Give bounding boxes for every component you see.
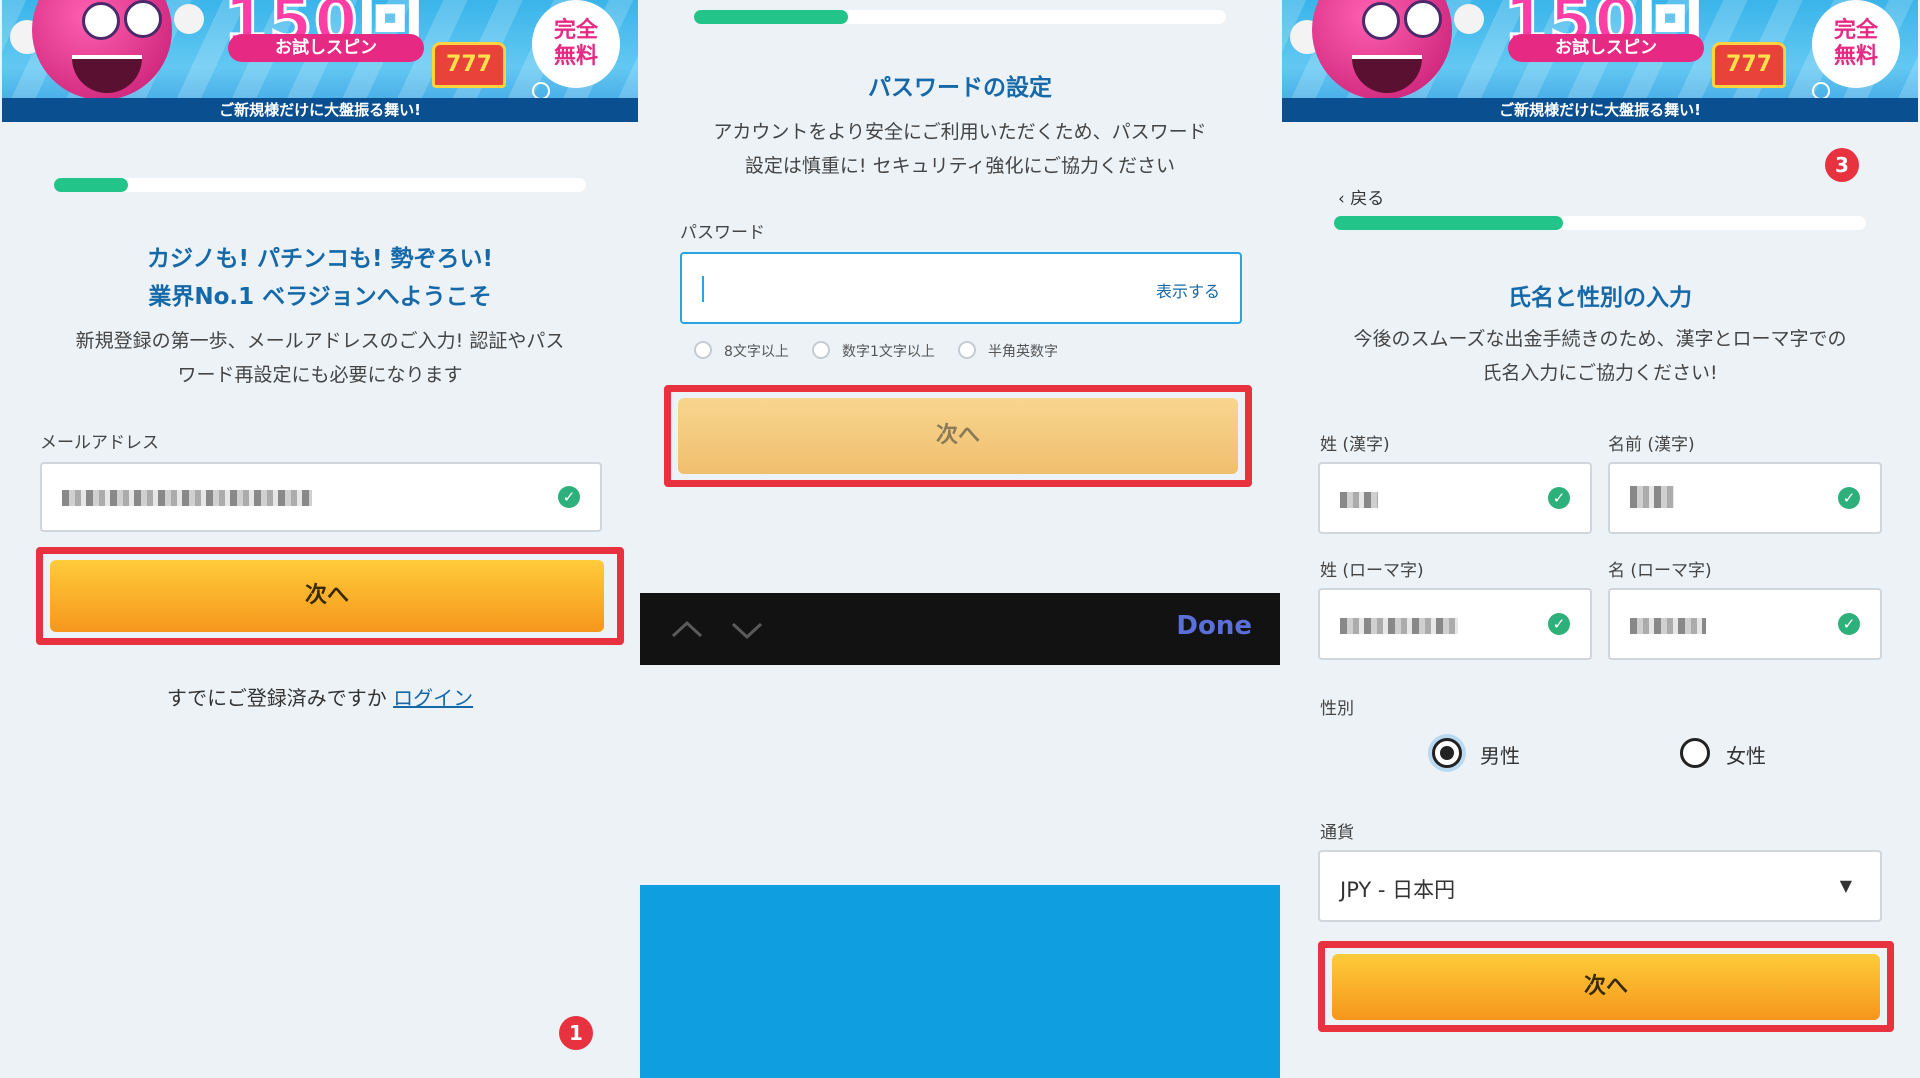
progress-track xyxy=(1334,216,1866,230)
mascot-eye xyxy=(82,2,120,40)
free-badge: 完全 無料 xyxy=(1812,0,1900,88)
step-badge: 3 xyxy=(1825,148,1859,182)
name-description-line2: 氏名入力にご協力ください! xyxy=(1482,362,1718,384)
promo-banner[interactable]: 150回 お試しスピン 777 完全 無料 ご新規様だけに大盤振る舞い! xyxy=(1282,0,1918,122)
rule-alnum-text: 半角英数字 xyxy=(988,344,1058,360)
progress-fill xyxy=(694,10,849,24)
name-title: 氏名と性別の入力 xyxy=(1508,285,1692,311)
banner-pill: お試しスピン xyxy=(228,34,424,62)
check-icon: ✓ xyxy=(1838,613,1860,635)
mascot-eye xyxy=(124,0,162,38)
next-button[interactable]: 次へ xyxy=(1332,954,1880,1020)
free-badge-line2: 無料 xyxy=(1833,44,1878,69)
text-cursor xyxy=(702,276,704,302)
password-field[interactable]: 表示する xyxy=(680,252,1242,324)
rule-alnum-indicator xyxy=(958,341,976,359)
check-icon: ✓ xyxy=(1548,613,1570,635)
currency-value: JPY - 日本円 xyxy=(1340,878,1456,902)
show-password-button[interactable]: 表示する xyxy=(1156,278,1220,302)
progress-fill xyxy=(1334,216,1563,230)
chevron-up-icon[interactable] xyxy=(670,617,704,641)
welcome-title-line1: カジノも! パチンコも! 勢ぞろい! xyxy=(146,246,494,272)
free-badge-line1: 完全 xyxy=(553,18,598,43)
check-icon: ✓ xyxy=(1548,487,1570,509)
value-blurred xyxy=(1340,492,1378,508)
first-name-roman-label: 名 (ローマ字) xyxy=(1608,561,1712,581)
login-link[interactable]: ログイン xyxy=(393,686,473,710)
step1-panel: 150回 お試しスピン 777 完全 無料 ご新規様だけに大盤振る舞い! カジノ… xyxy=(0,0,640,1078)
step3-panel: 150回 お試しスピン 777 完全 無料 ご新規様だけに大盤振る舞い! 3 ‹… xyxy=(1280,0,1920,1078)
password-description: アカウントをより安全にご利用いただくため、パスワード 設定は慎重に! セキュリテ… xyxy=(640,115,1280,183)
last-name-roman-label: 姓 (ローマ字) xyxy=(1320,561,1424,581)
mascot-hand xyxy=(174,4,204,34)
welcome-description: 新規登録の第一歩、メールアドレスのご入力! 認証やパス ワード再設定にも必要にな… xyxy=(0,324,640,392)
slot-icon: 777 xyxy=(432,42,506,88)
last-name-roman-field[interactable]: ✓ xyxy=(1318,588,1592,660)
welcome-title-line2: 業界No.1 ベラジョンへようこそ xyxy=(148,284,492,310)
email-field[interactable]: ✓ xyxy=(40,462,602,532)
name-description-line1: 今後のスムーズな出金手続きのため、漢字とローマ字での xyxy=(1353,328,1847,350)
chevron-down-icon[interactable] xyxy=(730,619,764,643)
gender-male-radio[interactable] xyxy=(1432,738,1462,768)
first-name-roman-field[interactable]: ✓ xyxy=(1608,588,1882,660)
promo-banner[interactable]: 150回 お試しスピン 777 完全 無料 ご新規様だけに大盤振る舞い! xyxy=(2,0,638,122)
progress-track xyxy=(54,178,586,192)
progress-track xyxy=(694,10,1226,24)
value-blurred xyxy=(1340,618,1458,634)
chevron-left-icon: ‹ xyxy=(1338,189,1345,209)
back-link[interactable]: ‹ 戻る xyxy=(1338,184,1384,209)
slot-icon: 777 xyxy=(1712,42,1786,88)
mascot-hand xyxy=(1454,4,1484,34)
next-button[interactable]: 次へ xyxy=(50,560,604,632)
gender-label: 性別 xyxy=(1320,699,1354,719)
welcome-description-line1: 新規登録の第一歩、メールアドレスのご入力! 認証やパス xyxy=(75,330,565,352)
keyboard-area xyxy=(640,885,1280,1078)
last-name-kanji-label: 姓 (漢字) xyxy=(1320,435,1390,455)
mascot-eye xyxy=(1404,0,1442,38)
step2-panel: パスワードの設定 アカウントをより安全にご利用いただくため、パスワード 設定は慎… xyxy=(640,0,1280,1078)
value-blurred xyxy=(1630,486,1674,508)
free-badge-line1: 完全 xyxy=(1833,18,1878,43)
password-description-line2: 設定は慎重に! セキュリティ強化にご協力ください xyxy=(744,155,1176,177)
next-button[interactable]: 次へ xyxy=(678,398,1238,474)
currency-select[interactable]: JPY - 日本円 ▼ xyxy=(1318,850,1882,922)
rule-length-indicator xyxy=(694,341,712,359)
first-name-kanji-label: 名前 (漢字) xyxy=(1608,435,1695,455)
email-value-blurred xyxy=(62,490,312,506)
currency-label: 通貨 xyxy=(1320,823,1354,843)
back-label: 戻る xyxy=(1350,189,1385,209)
gender-male-label[interactable]: 男性 xyxy=(1480,740,1520,769)
value-blurred xyxy=(1630,618,1706,634)
password-description-line1: アカウントをより安全にご利用いただくため、パスワード xyxy=(713,121,1207,143)
dropdown-arrow-icon: ▼ xyxy=(1839,876,1852,895)
first-name-kanji-field[interactable]: ✓ xyxy=(1608,462,1882,534)
rule-length-text: 8文字以上 xyxy=(724,344,789,360)
step-badge: 1 xyxy=(559,1016,593,1050)
welcome-description-line2: ワード再設定にも必要になります xyxy=(177,364,463,386)
banner-strip: ご新規様だけに大盤振る舞い! xyxy=(2,98,638,122)
banner-strip: ご新規様だけに大盤振る舞い! xyxy=(1282,98,1918,122)
already-registered-text: すでにご登録済みですか xyxy=(166,686,387,710)
keyboard-accessory-bar: Done xyxy=(640,593,1280,665)
free-badge: 完全 無料 xyxy=(532,0,620,88)
login-prompt: すでにご登録済みですか ログイン xyxy=(0,682,640,711)
rule-number-indicator xyxy=(812,341,830,359)
rule-number-text: 数字1文字以上 xyxy=(842,344,935,360)
name-description: 今後のスムーズな出金手続きのため、漢字とローマ字での 氏名入力にご協力ください! xyxy=(1280,322,1920,390)
gender-female-radio[interactable] xyxy=(1680,738,1710,768)
done-button[interactable]: Done xyxy=(1176,611,1252,641)
welcome-title: カジノも! パチンコも! 勢ぞろい! 業界No.1 ベラジョンへようこそ xyxy=(0,240,640,316)
check-icon: ✓ xyxy=(1838,487,1860,509)
password-label: パスワード xyxy=(680,223,765,243)
banner-pill: お試しスピン xyxy=(1508,34,1704,62)
gender-female-label[interactable]: 女性 xyxy=(1726,740,1766,769)
progress-fill xyxy=(54,178,129,192)
check-icon: ✓ xyxy=(558,486,580,508)
free-badge-line2: 無料 xyxy=(553,44,598,69)
email-label: メールアドレス xyxy=(40,433,159,453)
mascot-eye xyxy=(1362,2,1400,40)
password-title: パスワードの設定 xyxy=(868,75,1052,101)
last-name-kanji-field[interactable]: ✓ xyxy=(1318,462,1592,534)
